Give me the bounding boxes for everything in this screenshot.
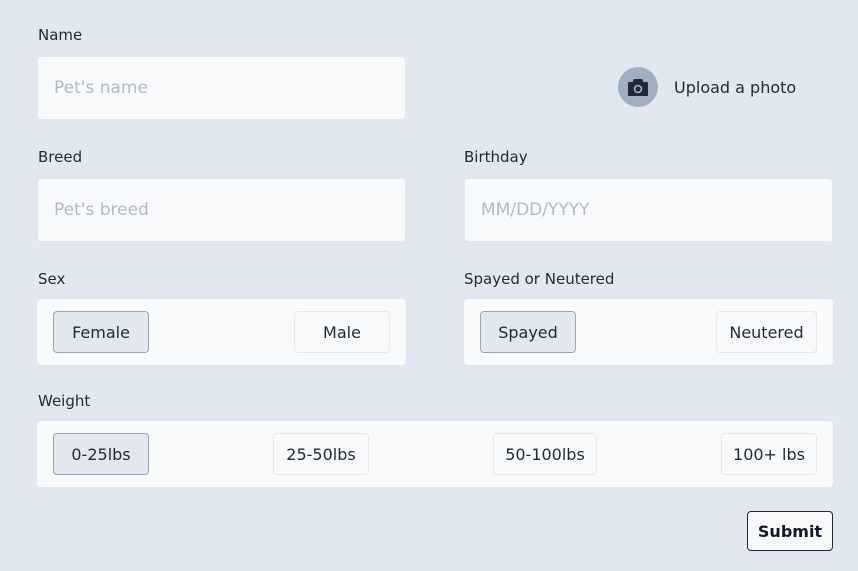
upload-photo-circle[interactable] bbox=[618, 67, 658, 107]
upload-photo-label[interactable]: Upload a photo bbox=[674, 78, 796, 97]
weight-toggle-group: 0-25lbs 25-50lbs 50-100lbs 100+ lbs bbox=[37, 421, 833, 487]
sex-option-male[interactable]: Male bbox=[294, 311, 390, 353]
camera-icon bbox=[628, 79, 648, 96]
upload-photo-button[interactable]: Upload a photo bbox=[618, 67, 796, 107]
neutered-option[interactable]: Neutered bbox=[716, 311, 817, 353]
birthday-input[interactable] bbox=[464, 178, 833, 242]
submit-button[interactable]: Submit bbox=[747, 511, 833, 551]
spayed-neutered-label: Spayed or Neutered bbox=[464, 270, 615, 288]
weight-option-100-plus[interactable]: 100+ lbs bbox=[721, 433, 817, 475]
name-label: Name bbox=[38, 26, 83, 44]
birthday-label: Birthday bbox=[464, 148, 528, 166]
breed-input[interactable] bbox=[37, 178, 406, 242]
spayed-neutered-toggle-group: Spayed Neutered bbox=[464, 299, 833, 365]
spayed-option[interactable]: Spayed bbox=[480, 311, 576, 353]
name-input[interactable] bbox=[37, 56, 406, 120]
weight-option-0-25[interactable]: 0-25lbs bbox=[53, 433, 149, 475]
breed-label: Breed bbox=[38, 148, 83, 166]
sex-label: Sex bbox=[38, 270, 66, 288]
sex-option-female[interactable]: Female bbox=[53, 311, 149, 353]
weight-label: Weight bbox=[38, 392, 91, 410]
pet-profile-form: Name Upload a photo Breed Birthday Sex F… bbox=[0, 0, 858, 571]
weight-option-50-100[interactable]: 50-100lbs bbox=[493, 433, 597, 475]
weight-option-25-50[interactable]: 25-50lbs bbox=[273, 433, 369, 475]
sex-toggle-group: Female Male bbox=[37, 299, 406, 365]
